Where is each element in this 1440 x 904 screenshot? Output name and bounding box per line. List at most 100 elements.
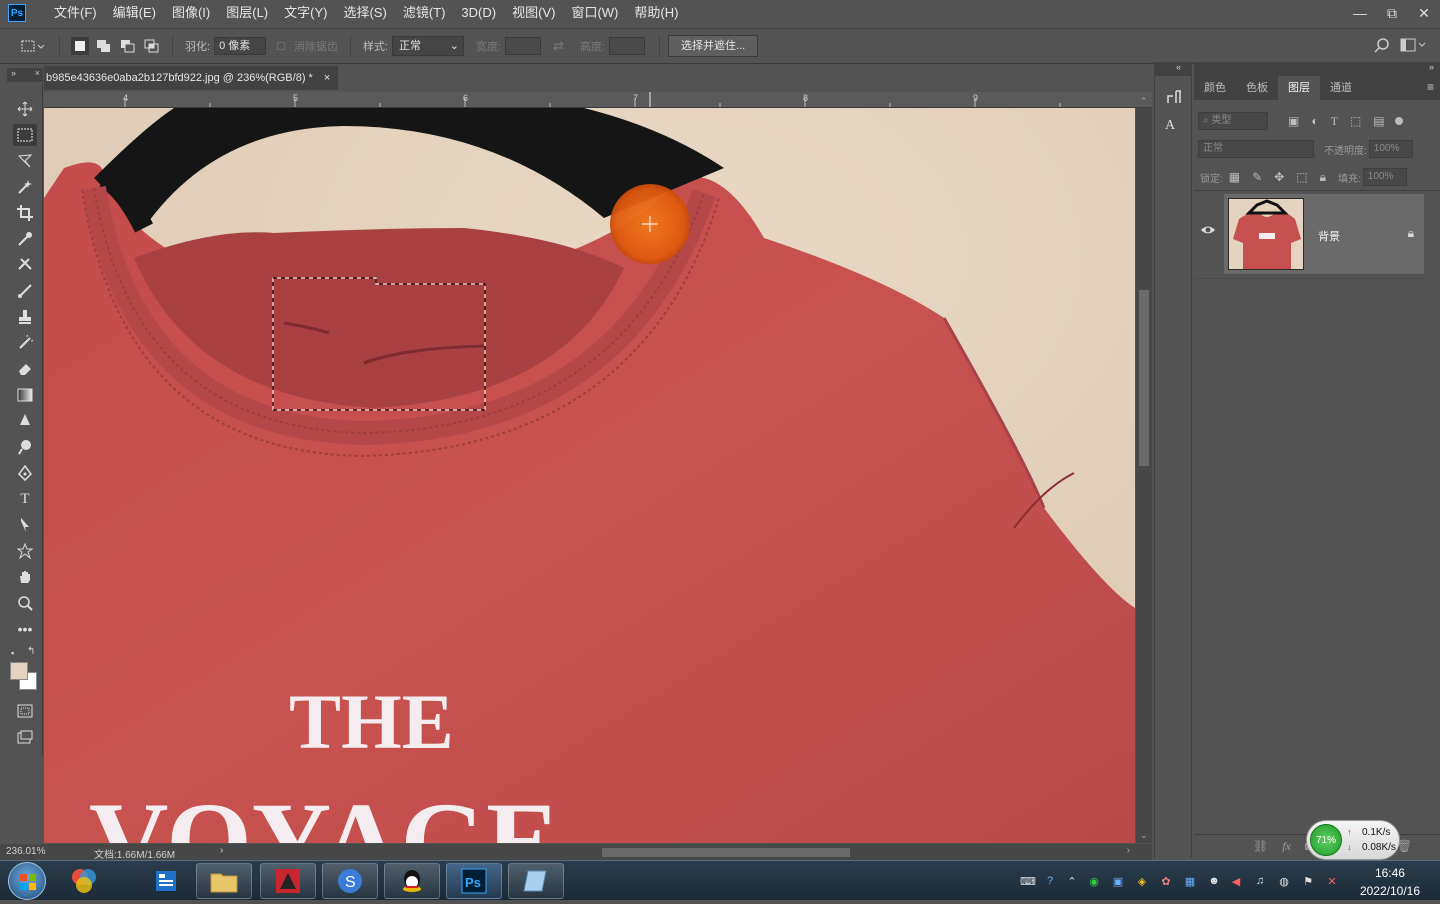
tab-channels[interactable]: 通道 [1320, 76, 1362, 100]
tab-swatches[interactable]: 色板 [1236, 76, 1278, 100]
crop-tool-icon[interactable] [13, 202, 37, 224]
scroll-down-icon[interactable]: ⌄ [1140, 830, 1148, 841]
notepad-icon[interactable] [508, 863, 564, 899]
fx-icon[interactable]: fx [1282, 839, 1291, 854]
filter-smart-object-icon[interactable]: ▤ [1373, 114, 1384, 128]
default-colors-icon[interactable]: ▪ [11, 648, 14, 658]
task-manager-icon[interactable] [138, 863, 194, 899]
status-menu-icon[interactable]: › [220, 845, 223, 856]
new-selection-icon[interactable] [71, 37, 89, 55]
volume-icon[interactable]: ♫ [1252, 873, 1268, 889]
layer-lock-icon[interactable]: 🔒︎ [1408, 226, 1414, 241]
menu-3d[interactable]: 3D(D) [453, 0, 504, 26]
security-icon[interactable]: ◈ [1134, 873, 1150, 889]
quick-mask-icon[interactable] [13, 700, 37, 722]
zoom-level[interactable]: 236.01% [6, 846, 45, 857]
collapse-icon[interactable]: » [11, 68, 16, 78]
color-app-icon[interactable] [56, 863, 112, 899]
qq-icon[interactable] [384, 863, 440, 899]
start-button-icon[interactable] [8, 862, 46, 900]
tab-color[interactable]: 颜色 [1194, 76, 1236, 100]
pen-tool-icon[interactable] [13, 462, 37, 484]
subtract-selection-icon[interactable] [119, 37, 137, 55]
flower-app-icon[interactable]: ✿ [1158, 873, 1174, 889]
menu-image[interactable]: 图像(I) [164, 0, 218, 26]
filter-adjustment-icon[interactable]: ◐ [1311, 114, 1318, 128]
fill-input[interactable]: 100% [1362, 168, 1407, 186]
dodge-tool-icon[interactable] [13, 436, 37, 458]
eye-visibility-icon[interactable] [1200, 224, 1216, 239]
lock-artboard-icon[interactable]: ⬚ [1296, 170, 1307, 184]
paragraph-panel-icon[interactable] [1165, 88, 1183, 109]
screen-mode-icon[interactable] [13, 726, 37, 748]
restore-button[interactable]: ⧉ [1376, 0, 1408, 26]
filter-pixel-icon[interactable]: ▣ [1288, 114, 1299, 128]
history-brush-tool-icon[interactable] [13, 332, 37, 354]
qq-tray-icon[interactable]: ☻ [1206, 873, 1222, 889]
style-select[interactable]: 正常 ⌄ [392, 36, 464, 56]
width-input[interactable] [505, 37, 542, 55]
horizontal-scrollbar[interactable]: › [240, 844, 1152, 860]
clone-stamp-tool-icon[interactable] [13, 306, 37, 328]
eraser-tool-icon[interactable] [13, 358, 37, 380]
foreground-color-swatch[interactable] [10, 662, 28, 680]
minimize-button[interactable]: — [1344, 0, 1376, 26]
lasso-tool-icon[interactable] [13, 150, 37, 172]
zoom-tool-icon[interactable] [13, 592, 37, 614]
file-explorer-icon[interactable] [196, 863, 252, 899]
rectangular-marquee-tool-icon[interactable] [13, 124, 37, 146]
custom-shape-tool-icon[interactable] [13, 540, 37, 562]
menu-select[interactable]: 选择(S) [335, 0, 394, 26]
network-status-icon[interactable]: ✕ [1324, 873, 1340, 889]
type-tool-icon[interactable]: T [13, 488, 37, 510]
autocad-icon[interactable] [260, 863, 316, 899]
filter-shape-icon[interactable]: ⬚ [1350, 114, 1361, 128]
speaker-muted-icon[interactable]: ◀ [1228, 873, 1244, 889]
scroll-up-icon[interactable]: ⌃ [1140, 96, 1148, 107]
action-center-icon[interactable]: ⚑ [1300, 873, 1316, 889]
menu-file[interactable]: 文件(F) [46, 0, 105, 26]
menu-layer[interactable]: 图层(L) [218, 0, 276, 26]
menu-filter[interactable]: 滤镜(T) [395, 0, 454, 26]
gradient-tool-icon[interactable] [13, 384, 37, 406]
filter-kind-select[interactable]: ⌕ 类型 [1198, 112, 1268, 130]
close-icon[interactable]: × [35, 68, 40, 78]
tray-arrow-icon[interactable]: ⌃ [1064, 873, 1080, 889]
lock-all-icon[interactable]: 🔒︎ [1320, 170, 1326, 185]
panel-menu-icon[interactable]: ≡ [1427, 80, 1434, 94]
vertical-scrollbar[interactable]: ⌃ ⌄ [1136, 96, 1152, 843]
character-panel-icon[interactable]: A [1165, 118, 1175, 134]
more-tools-icon[interactable]: ••• [13, 618, 37, 640]
workspace-icon[interactable] [1400, 38, 1426, 55]
system-clock[interactable]: 16:46 2022/10/16 [1360, 865, 1420, 899]
document-canvas[interactable]: THE VOYAGE [44, 108, 1135, 843]
lock-image-icon[interactable]: ✎ [1252, 170, 1262, 184]
horizontal-scroll-thumb[interactable] [602, 848, 850, 857]
sogou-icon[interactable]: S [322, 863, 378, 899]
expand-panel-icon[interactable]: » [1429, 62, 1434, 72]
eyedropper-tool-icon[interactable] [13, 228, 37, 250]
hand-tool-icon[interactable] [13, 566, 37, 588]
lock-transparent-icon[interactable]: ▦ [1229, 170, 1240, 184]
keyboard-icon[interactable]: ⌨ [1020, 873, 1036, 889]
display-icon[interactable]: ▣ [1110, 873, 1126, 889]
network-speed-widget[interactable]: 71% ↑ 0.1K/s ↓ 0.08K/s [1306, 820, 1400, 860]
wechat-icon[interactable]: ◉ [1086, 873, 1102, 889]
path-selection-tool-icon[interactable] [13, 514, 37, 536]
antialias-checkbox-icon[interactable]: ☐ [276, 40, 286, 53]
lock-position-icon[interactable]: ✥ [1274, 170, 1284, 184]
document-tab[interactable]: b985e43636e0aba2b127bfd922.jpg @ 236%(RG… [44, 66, 338, 90]
add-selection-icon[interactable] [95, 37, 113, 55]
scroll-right-icon[interactable]: › [1127, 845, 1130, 856]
layer-name[interactable]: 背景 [1318, 228, 1340, 244]
photoshop-taskbar-icon[interactable]: Ps [446, 863, 502, 899]
filter-toggle-icon[interactable] [1394, 117, 1403, 125]
menu-edit[interactable]: 编辑(E) [105, 0, 164, 26]
healing-brush-tool-icon[interactable] [13, 254, 37, 276]
quick-selection-tool-icon[interactable] [13, 176, 37, 198]
blur-tool-icon[interactable] [13, 410, 37, 432]
close-document-icon[interactable]: × [324, 72, 330, 84]
link-layers-icon[interactable]: ⛓ [1253, 839, 1268, 853]
collapse-dock-icon[interactable]: « [1176, 62, 1181, 72]
move-tool-icon[interactable] [13, 98, 37, 120]
